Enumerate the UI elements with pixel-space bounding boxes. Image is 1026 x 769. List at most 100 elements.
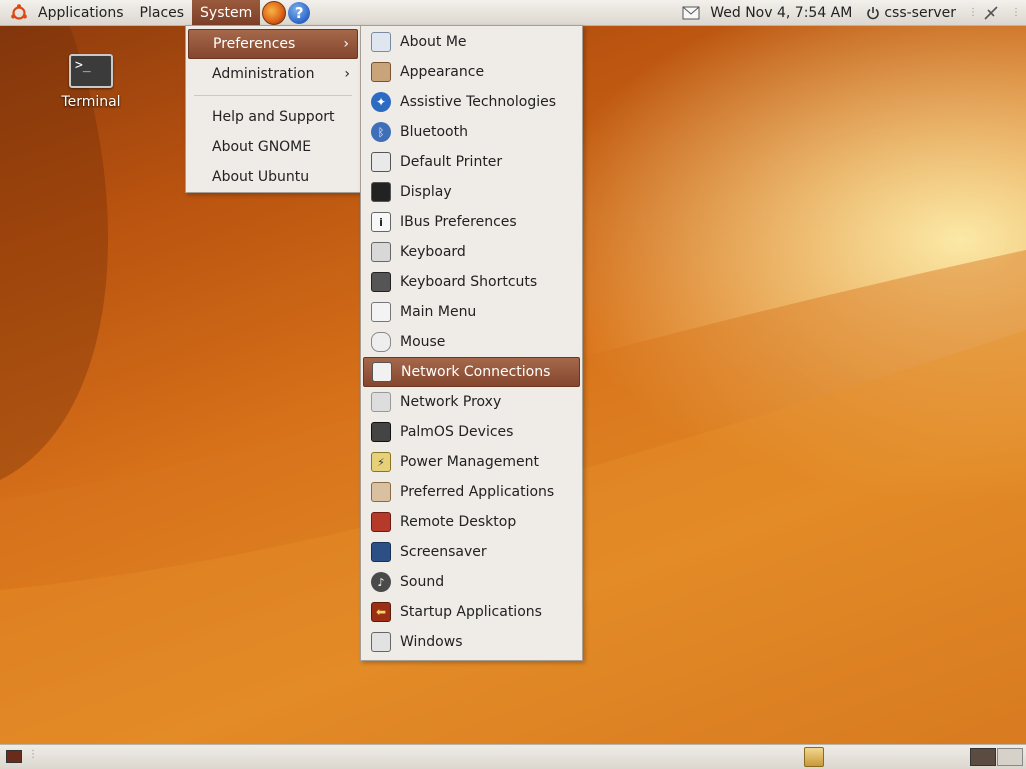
chevron-right-icon: › [343,36,349,52]
clock[interactable]: Wed Nov 4, 7:54 AM [710,5,852,21]
menu-item-label: Keyboard [400,244,466,260]
menu-item-label: Screensaver [400,544,487,560]
menu-item-keyboard-shortcuts[interactable]: Keyboard Shortcuts [363,267,580,297]
menu-item-display[interactable]: Display [363,177,580,207]
keyboard-shortcuts-icon [371,272,391,292]
menu-item-label: Sound [400,574,445,590]
info-icon: i [371,212,391,232]
menu-item-about-me[interactable]: About Me [363,27,580,57]
menu-item-label: Preferences [213,36,296,52]
applications-menu[interactable]: Applications [30,0,132,25]
windows-icon [371,632,391,652]
menu-item-label: Windows [400,634,463,650]
printer-icon [371,152,391,172]
mail-icon[interactable] [682,6,700,20]
menu-item-label: About Ubuntu [212,169,310,185]
panel-indicators: Wed Nov 4, 7:54 AM css-server ⋮ ⋮ [682,0,1026,25]
menu-item-appearance[interactable]: Appearance [363,57,580,87]
network-icon [372,362,392,382]
desktop-icon-terminal[interactable]: >_ Terminal [58,54,124,110]
places-menu[interactable]: Places [132,0,193,25]
menu-item-label: Remote Desktop [400,514,517,530]
menu-item-bluetooth[interactable]: ᛒ Bluetooth [363,117,580,147]
menu-item-ibus-preferences[interactable]: i IBus Preferences [363,207,580,237]
menu-item-label: Help and Support [212,109,335,125]
panel-separator: ⋮ [1011,7,1021,18]
proxy-icon [371,392,391,412]
menu-item-keyboard[interactable]: Keyboard [363,237,580,267]
terminal-icon: >_ [69,54,113,88]
menu-item-power-management[interactable]: ⚡ Power Management [363,447,580,477]
ubuntu-logo-icon[interactable] [10,3,28,22]
menu-item-sound[interactable]: ♪ Sound [363,567,580,597]
menu-item-label: Network Proxy [400,394,502,410]
menu-separator [194,95,352,96]
show-desktop-icon[interactable] [6,750,22,763]
bottom-panel: ⋮ [0,744,1026,769]
trash-icon[interactable] [804,747,824,767]
screensaver-icon [371,542,391,562]
menu-item-label: Assistive Technologies [400,94,557,110]
menu-item-mouse[interactable]: Mouse [363,327,580,357]
menu-item-network-proxy[interactable]: Network Proxy [363,387,580,417]
menu-item-label: Administration [212,66,315,82]
menu-item-label: Bluetooth [400,124,468,140]
menu-item-main-menu[interactable]: Main Menu [363,297,580,327]
startup-icon: ⬅ [371,602,391,622]
palm-device-icon [371,422,391,442]
panel-separator: ⋮ [28,749,38,760]
menu-item-startup-applications[interactable]: ⬅ Startup Applications [363,597,580,627]
system-menu-button[interactable]: System [192,0,261,25]
about-me-icon [371,32,391,52]
menu-item-label: Main Menu [400,304,477,320]
desktop-icon-label: Terminal [61,94,121,110]
menu-item-label: About Me [400,34,467,50]
menu-item-network-connections[interactable]: Network Connections [363,357,580,387]
network-disconnected-icon[interactable] [983,5,999,21]
workspace-2[interactable] [997,748,1023,766]
menu-item-about-gnome[interactable]: About GNOME [188,132,358,162]
remote-desktop-icon [371,512,391,532]
menu-item-label: Preferred Applications [400,484,555,500]
preferred-apps-icon [371,482,391,502]
main-menu-icon [371,302,391,322]
menu-item-label: Default Printer [400,154,503,170]
menu-item-preferred-applications[interactable]: Preferred Applications [363,477,580,507]
menu-item-about-ubuntu[interactable]: About Ubuntu [188,162,358,192]
power-icon: ⚡ [371,452,391,472]
workspace-1[interactable] [970,748,996,766]
mouse-icon [371,332,391,352]
menu-item-administration[interactable]: Administration › [188,59,358,89]
sound-icon: ♪ [371,572,391,592]
menu-item-label: Startup Applications [400,604,542,620]
menu-item-label: PalmOS Devices [400,424,514,440]
system-dropdown-menu: Preferences › Administration › Help and … [185,25,361,193]
menu-item-palmos-devices[interactable]: PalmOS Devices [363,417,580,447]
menu-item-default-printer[interactable]: Default Printer [363,147,580,177]
menu-item-label: Appearance [400,64,485,80]
menu-item-label: IBus Preferences [400,214,517,230]
menu-item-help-and-support[interactable]: Help and Support [188,102,358,132]
menu-item-label: Mouse [400,334,446,350]
top-panel: Applications Places System ? Wed Nov 4, … [0,0,1026,26]
menu-item-label: Keyboard Shortcuts [400,274,538,290]
user-name[interactable]: css-server [884,5,956,21]
menu-item-screensaver[interactable]: Screensaver [363,537,580,567]
menu-item-windows[interactable]: Windows [363,627,580,657]
menu-item-label: Display [400,184,452,200]
keyboard-icon [371,242,391,262]
menu-item-assistive-technologies[interactable]: ✦ Assistive Technologies [363,87,580,117]
preferences-submenu: About Me Appearance ✦ Assistive Technologie… [360,25,583,661]
appearance-icon [371,62,391,82]
chevron-right-icon: › [344,66,350,82]
accessibility-icon: ✦ [371,92,391,112]
power-icon[interactable] [866,6,880,20]
help-icon[interactable]: ? [288,1,311,24]
panel-separator: ⋮ [968,7,978,18]
firefox-icon[interactable] [262,0,287,25]
menu-item-remote-desktop[interactable]: Remote Desktop [363,507,580,537]
menu-item-label: Network Connections [401,364,551,380]
menu-item-preferences[interactable]: Preferences › [188,29,358,59]
display-icon [371,182,391,202]
menu-item-label: About GNOME [212,139,312,155]
